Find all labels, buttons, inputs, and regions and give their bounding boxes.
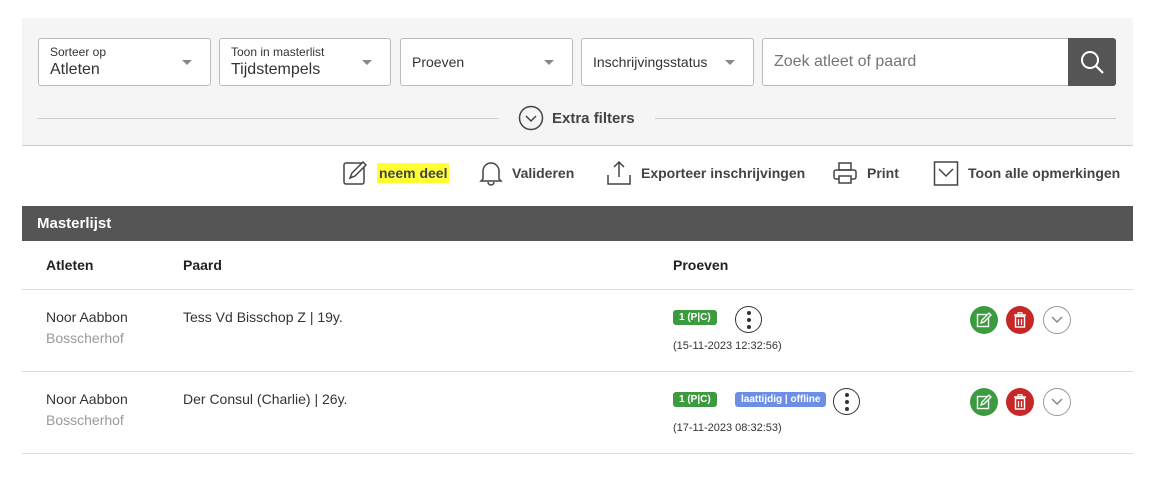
divider bbox=[22, 371, 1133, 372]
bell-icon bbox=[479, 162, 503, 186]
chevron-down-icon bbox=[544, 60, 554, 65]
expand-row-button[interactable] bbox=[1043, 388, 1071, 416]
divider bbox=[38, 118, 498, 119]
edit-button[interactable] bbox=[970, 388, 998, 416]
column-header-athletes: Atleten bbox=[46, 257, 94, 273]
delete-button[interactable] bbox=[1006, 306, 1034, 334]
upload-icon bbox=[607, 160, 631, 185]
trash-icon bbox=[1014, 312, 1026, 328]
event-badge: 1 (P|C) bbox=[673, 392, 717, 407]
chevron-down-icon bbox=[1051, 398, 1063, 406]
more-options-button[interactable] bbox=[833, 388, 860, 415]
sort-select-value: Atleten bbox=[50, 61, 100, 78]
timestamp: (17-11-2023 08:32:53) bbox=[673, 422, 782, 434]
trash-icon bbox=[1014, 394, 1026, 410]
chevron-down-icon bbox=[1051, 316, 1063, 324]
athlete-name[interactable]: Noor Aabbon bbox=[46, 309, 128, 325]
horse-name[interactable]: Der Consul (Charlie) | 26y. bbox=[183, 391, 347, 407]
action-toolbar: neem deel Valideren Exporteer inschrijvi… bbox=[0, 160, 1156, 192]
more-options-button[interactable] bbox=[735, 306, 762, 333]
athlete-stable: Bosscherhof bbox=[46, 412, 124, 428]
masterlist-select-value: Tijdstempels bbox=[231, 61, 321, 78]
athlete-stable: Bosscherhof bbox=[46, 330, 124, 346]
status-select[interactable]: Inschrijvingsstatus bbox=[581, 38, 754, 86]
extra-filters-toggle[interactable]: Extra filters bbox=[518, 105, 635, 131]
chevron-down-icon bbox=[725, 60, 735, 65]
edit-button[interactable] bbox=[970, 306, 998, 334]
divider bbox=[22, 289, 1133, 290]
divider bbox=[655, 118, 1116, 119]
search-icon bbox=[1081, 51, 1104, 74]
chevron-down-icon bbox=[362, 60, 372, 65]
sort-select[interactable]: Sorteer op Atleten bbox=[38, 38, 211, 86]
join-button-label: neem deel bbox=[377, 163, 450, 183]
masterlist-select[interactable]: Toon in masterlist Tijdstempels bbox=[219, 38, 391, 86]
chevron-down-icon bbox=[182, 60, 192, 65]
print-button-label: Print bbox=[867, 165, 899, 181]
status-badge: laattijdig | offline bbox=[735, 392, 827, 407]
show-remarks-button[interactable]: Toon alle opmerkingen bbox=[933, 160, 1120, 186]
divider bbox=[22, 453, 1133, 454]
export-button[interactable]: Exporteer inschrijvingen bbox=[606, 160, 805, 186]
print-button[interactable]: Print bbox=[832, 160, 899, 186]
expand-row-button[interactable] bbox=[1043, 306, 1071, 334]
printer-icon bbox=[833, 162, 857, 184]
timestamp: (15-11-2023 12:32:56) bbox=[673, 340, 782, 352]
validate-button[interactable]: Valideren bbox=[479, 160, 574, 186]
chevron-square-down-icon bbox=[933, 161, 959, 186]
masterlist-title: Masterlijst bbox=[22, 206, 1133, 241]
chevron-circle-down-icon bbox=[518, 105, 544, 131]
pencil-square-icon bbox=[976, 312, 992, 328]
delete-button[interactable] bbox=[1006, 388, 1034, 416]
filter-panel: Sorteer op Atleten Toon in masterlist Ti… bbox=[22, 18, 1133, 146]
proeven-select-value: Proeven bbox=[412, 54, 465, 70]
extra-filters-label: Extra filters bbox=[552, 109, 635, 127]
validate-button-label: Valideren bbox=[512, 165, 575, 181]
event-badge: 1 (P|C) bbox=[673, 310, 717, 325]
column-header-horse: Paard bbox=[183, 257, 222, 273]
masterlist-select-label: Toon in masterlist bbox=[231, 45, 325, 59]
proeven-select[interactable]: Proeven bbox=[400, 38, 573, 86]
export-button-label: Exporteer inschrijvingen bbox=[641, 165, 806, 181]
join-button[interactable]: neem deel bbox=[342, 160, 450, 186]
search-button[interactable] bbox=[1068, 38, 1116, 86]
status-select-value: Inschrijvingsstatus bbox=[593, 54, 708, 70]
pencil-square-icon bbox=[976, 394, 992, 410]
column-header-events: Proeven bbox=[673, 257, 729, 273]
sort-select-label: Sorteer op bbox=[50, 45, 107, 59]
show-remarks-button-label: Toon alle opmerkingen bbox=[968, 165, 1121, 181]
athlete-name[interactable]: Noor Aabbon bbox=[46, 391, 128, 407]
horse-name[interactable]: Tess Vd Bisschop Z | 19y. bbox=[183, 309, 343, 325]
pencil-square-icon bbox=[343, 160, 368, 185]
search-input[interactable] bbox=[762, 38, 1069, 86]
